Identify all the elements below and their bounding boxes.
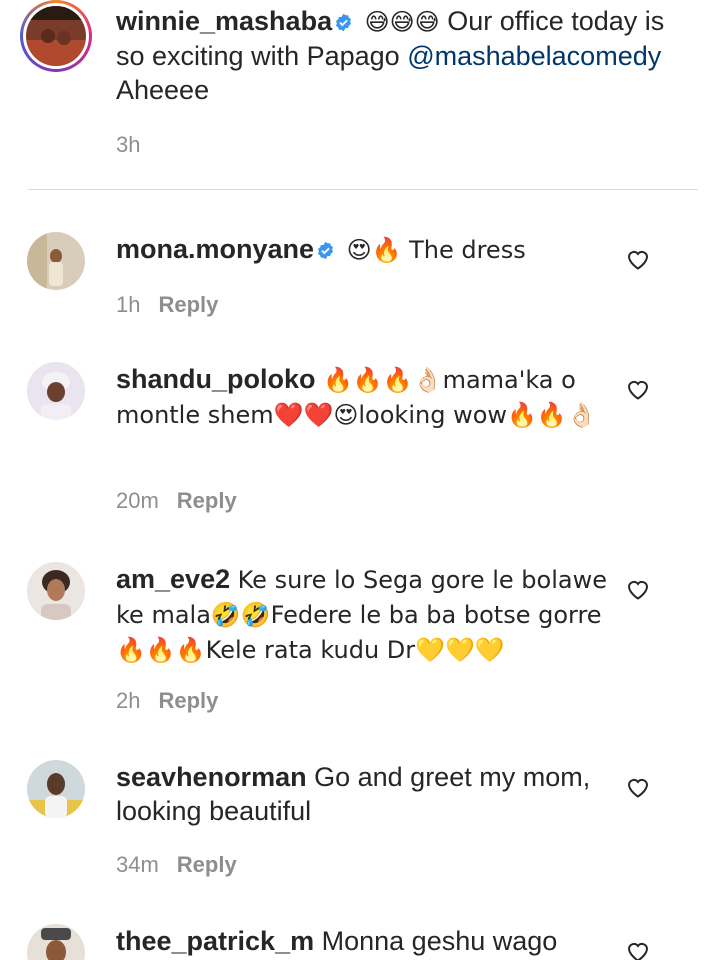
reply-button[interactable]: Reply — [158, 292, 218, 317]
avatar[interactable] — [27, 760, 85, 818]
heart-outline-icon[interactable] — [626, 248, 650, 270]
caption-username[interactable]: winnie_mashaba — [116, 6, 332, 36]
comment-username[interactable]: shandu_poloko — [116, 364, 316, 394]
caption-tail: Aheeee — [116, 75, 210, 105]
heart-outline-icon[interactable] — [626, 940, 650, 960]
comment-username[interactable]: am_eve2 — [116, 564, 230, 594]
caption-avatar — [26, 6, 86, 66]
comment-text: mona.monyane 😍🔥 The dress — [116, 232, 616, 267]
verified-badge-icon — [318, 241, 333, 260]
comment-timestamp: 2h — [116, 688, 141, 713]
caption-emojis: 😅😅😅 — [364, 8, 440, 36]
comment-meta: 1h Reply — [116, 292, 218, 318]
heart-outline-icon[interactable] — [626, 776, 650, 798]
comment-meta: 34m Reply — [116, 852, 237, 878]
comment-body: Monna geshu wago — [321, 926, 558, 956]
comment-timestamp: 34m — [116, 852, 159, 877]
comment-text: shandu_poloko 🔥🔥🔥👌🏻mama'ka o montle shem… — [116, 362, 616, 432]
avatar[interactable] — [27, 562, 85, 620]
comment-text: seavhenorman Go and greet my mom, lookin… — [116, 760, 616, 828]
post-caption: winnie_mashaba 😅😅😅 Our office today is s… — [0, 0, 720, 190]
comment-username[interactable]: seavhenorman — [116, 762, 307, 792]
avatar[interactable] — [27, 924, 85, 960]
caption-mention[interactable]: @mashabelacomedy — [407, 41, 661, 71]
comment-meta: 20m Reply — [116, 488, 237, 514]
reply-button[interactable]: Reply — [177, 488, 237, 513]
comment-username[interactable]: thee_patrick_m — [116, 926, 314, 956]
heart-outline-icon[interactable] — [626, 578, 650, 600]
avatar[interactable] — [27, 232, 85, 290]
heart-outline-icon[interactable] — [626, 378, 650, 400]
caption-text: winnie_mashaba 😅😅😅 Our office today is s… — [116, 4, 676, 107]
comment-username[interactable]: mona.monyane — [116, 234, 314, 264]
caption-avatar-story-ring[interactable] — [20, 0, 92, 72]
verified-badge-icon — [336, 13, 352, 32]
reply-button[interactable]: Reply — [158, 688, 218, 713]
comment-meta: 2h Reply — [116, 688, 218, 714]
comments-screen: winnie_mashaba 😅😅😅 Our office today is s… — [0, 0, 720, 960]
caption-timestamp: 3h — [116, 132, 141, 157]
comment-body: 😍🔥 The dress — [346, 236, 526, 264]
comment-timestamp: 1h — [116, 292, 141, 317]
comment-text: am_eve2 Ke sure lo Sega gore le bolawe k… — [116, 562, 616, 667]
comment-timestamp: 20m — [116, 488, 159, 513]
reply-button[interactable]: Reply — [177, 852, 237, 877]
caption-divider — [28, 189, 698, 190]
comment-text: thee_patrick_m Monna geshu wago — [116, 924, 616, 958]
avatar[interactable] — [27, 362, 85, 420]
